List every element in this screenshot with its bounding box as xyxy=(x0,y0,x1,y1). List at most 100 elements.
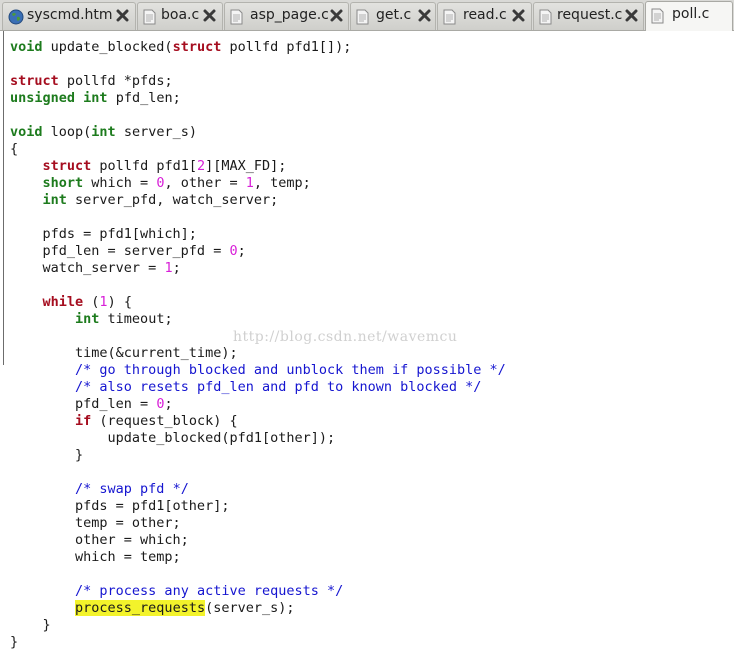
tab-label: read.c xyxy=(463,7,507,23)
code-line: other = which; xyxy=(10,532,506,549)
code-line: void update_blocked(struct pollfd pfd1[]… xyxy=(10,39,506,56)
code-token: , other = xyxy=(164,175,246,191)
code-token: { xyxy=(10,141,19,157)
code-token: 0 xyxy=(229,243,238,259)
code-token: ][MAX_FD]; xyxy=(205,158,287,174)
code-line: if (request_block) { xyxy=(10,413,506,430)
code-line: /* swap pfd */ xyxy=(10,481,506,498)
code-token: /* also resets pfd_len and pfd to known … xyxy=(75,379,482,395)
code-token: pollfd *pfds; xyxy=(58,73,173,89)
code-line: int server_pfd, watch_server; xyxy=(10,192,506,209)
code-token: watch_server = xyxy=(10,260,165,276)
code-token: timeout; xyxy=(99,311,173,327)
code-line: struct pollfd *pfds; xyxy=(10,73,506,90)
code-token: } xyxy=(10,634,19,650)
code-line: struct pollfd pfd1[2][MAX_FD]; xyxy=(10,158,506,175)
code-token: (server_s); xyxy=(205,600,295,616)
tab-label: poll.c xyxy=(672,6,710,22)
tab-get-c[interactable]: get.c xyxy=(350,2,436,30)
code-token: 1 xyxy=(99,294,108,310)
tab-read-c[interactable]: read.c xyxy=(437,2,532,30)
document-icon xyxy=(356,9,369,29)
code-line: pfds = pfd1[which]; xyxy=(10,226,506,243)
code-token: int xyxy=(42,192,67,208)
code-token: (request_block) { xyxy=(91,413,238,429)
code-line: unsigned int pfd_len; xyxy=(10,90,506,107)
code-token: ; xyxy=(237,243,246,259)
code-line: } xyxy=(10,617,506,634)
code-token: 1 xyxy=(245,175,254,191)
code-token: unsigned xyxy=(10,90,76,106)
code-line: } xyxy=(10,634,506,651)
code-line: /* go through blocked and unblock them i… xyxy=(10,362,506,379)
tab-label: boa.c xyxy=(161,7,200,23)
code-token: process_requests xyxy=(75,600,206,616)
code-token: short xyxy=(42,175,84,191)
close-icon[interactable] xyxy=(624,8,639,23)
code-token: other = which; xyxy=(10,532,189,548)
code-token: pollfd pfd1[]); xyxy=(221,39,352,55)
code-line: short which = 0, other = 1, temp; xyxy=(10,175,506,192)
code-line: while (1) { xyxy=(10,294,506,311)
code-token: update_blocked( xyxy=(42,39,173,55)
tab-asp-page-c[interactable]: asp_page.c xyxy=(224,2,349,30)
tab-request-c[interactable]: request.c xyxy=(533,2,644,30)
document-icon xyxy=(651,8,664,28)
code-token: while xyxy=(42,294,84,310)
code-token: time(&current_time); xyxy=(10,345,238,361)
code-line: pfd_len = server_pfd = 0; xyxy=(10,243,506,260)
tab-poll-c[interactable]: poll.c xyxy=(645,1,733,31)
code-line: pfd_len = 0; xyxy=(10,396,506,413)
code-token: pfds = pfd1[other]; xyxy=(10,498,230,514)
code-line: } xyxy=(10,447,506,464)
fold-guide-line xyxy=(3,31,4,365)
code-token: which = temp; xyxy=(10,549,181,565)
code-line: which = temp; xyxy=(10,549,506,566)
code-token: ; xyxy=(164,396,173,412)
tab-label: get.c xyxy=(376,7,412,23)
code-line: pfds = pfd1[other]; xyxy=(10,498,506,515)
code-token: server_s) xyxy=(115,124,197,140)
close-icon[interactable] xyxy=(511,8,526,23)
close-icon[interactable] xyxy=(115,8,130,23)
close-icon[interactable] xyxy=(329,8,344,23)
close-icon[interactable] xyxy=(417,8,432,23)
code-token: 1 xyxy=(164,260,173,276)
code-line: { xyxy=(10,141,506,158)
tab-bar: syscmd.htm boa.c asp_page.c get.c read.c… xyxy=(0,0,734,31)
code-token: int xyxy=(91,124,116,140)
tab-label: syscmd.htm xyxy=(27,7,113,23)
code-token: pfd_len = xyxy=(10,396,157,412)
watermark: http://blog.csdn.net/wavemcu xyxy=(233,329,458,345)
globe-icon xyxy=(8,9,24,29)
tab-syscmd-htm[interactable]: syscmd.htm xyxy=(2,2,136,30)
code-line: int timeout; xyxy=(10,311,506,328)
code-line: process_requests(server_s); xyxy=(10,600,506,617)
code-token: ) { xyxy=(107,294,132,310)
tab-boa-c[interactable]: boa.c xyxy=(137,2,223,30)
code-content[interactable]: void update_blocked(struct pollfd pfd1[]… xyxy=(10,39,506,651)
code-token: struct xyxy=(10,73,59,89)
close-icon[interactable] xyxy=(202,8,217,23)
code-token: int xyxy=(83,90,108,106)
code-editor[interactable]: void update_blocked(struct pollfd pfd1[]… xyxy=(0,31,734,655)
code-token: loop( xyxy=(42,124,92,140)
tab-label: request.c xyxy=(557,7,623,23)
code-token: which = xyxy=(83,175,157,191)
code-token: 2 xyxy=(196,158,206,174)
code-token: /* go through blocked and unblock them i… xyxy=(75,362,506,378)
code-token: ; xyxy=(172,260,181,276)
code-line: update_blocked(pfd1[other]); xyxy=(10,430,506,447)
code-token: void xyxy=(10,39,43,55)
tab-label: asp_page.c xyxy=(250,7,329,23)
code-token: } xyxy=(10,447,84,463)
